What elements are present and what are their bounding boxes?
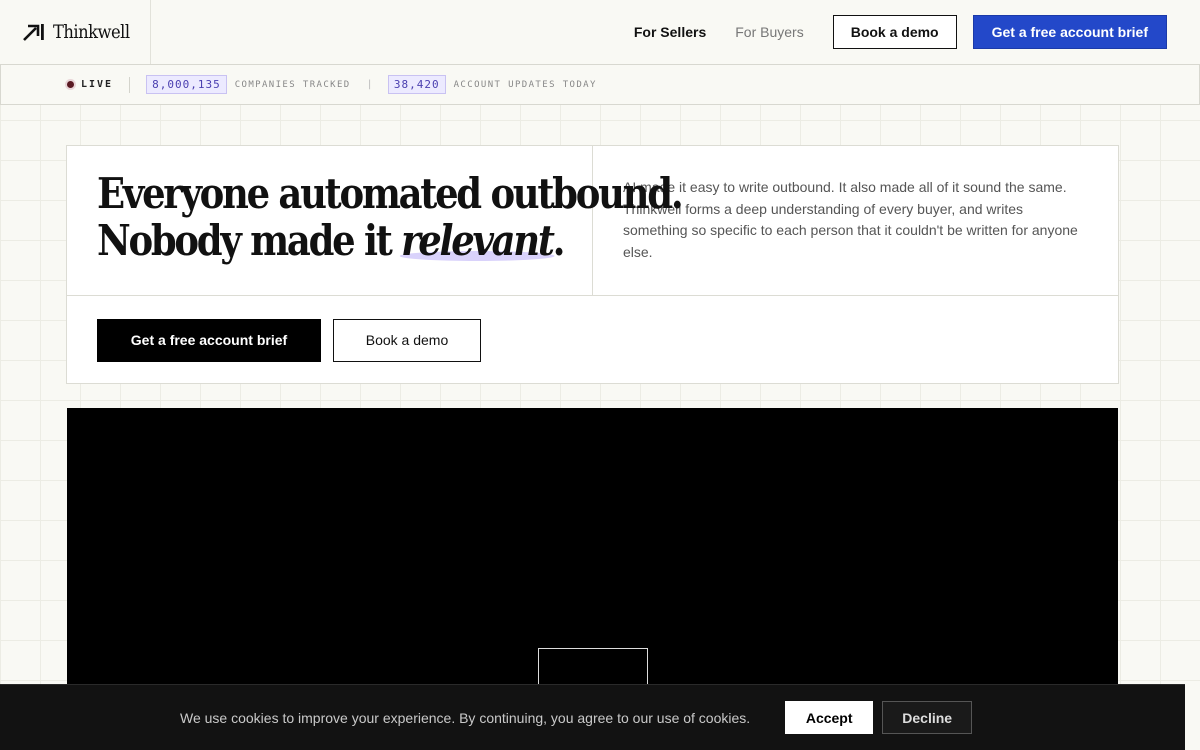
divider: | (366, 79, 374, 90)
scroll-gutter (1185, 684, 1200, 750)
live-label: LIVE (81, 79, 114, 90)
site-header: Thinkwell For Sellers For Buyers Book a … (0, 0, 1200, 64)
headline-line-2-prefix: Nobody made it (97, 216, 402, 265)
account-updates-count: 38,420 (387, 75, 446, 94)
hero-top: Everyone automated outbound. Nobody made… (67, 146, 1118, 296)
companies-tracked-label: COMPANIES TRACKED (234, 79, 351, 90)
nav-for-sellers[interactable]: For Sellers (634, 24, 706, 40)
hero-headline: Everyone automated outbound. Nobody made… (97, 170, 684, 265)
cookie-message: We use cookies to improve your experienc… (180, 709, 751, 726)
headline-line-1: Everyone automated outbound. (97, 169, 684, 218)
main-nav: For Sellers For Buyers Book a demo Get a… (634, 15, 1167, 49)
headline-line-2-suffix: . (552, 216, 566, 265)
divider (129, 76, 131, 93)
hero-card: Everyone automated outbound. Nobody made… (66, 145, 1119, 384)
live-ticker: LIVE 8,000,135 COMPANIES TRACKED | 38,42… (0, 64, 1200, 105)
cookie-accept-button[interactable]: Accept (785, 701, 874, 734)
headline-emphasis: relevant (401, 216, 555, 265)
hero-book-demo-button[interactable]: Book a demo (333, 318, 481, 362)
live-dot-icon (67, 81, 74, 88)
cookie-banner: We use cookies to improve your experienc… (0, 684, 1185, 750)
brand-name: Thinkwell (53, 21, 130, 43)
companies-tracked-count: 8,000,135 (146, 75, 227, 94)
hero-get-account-brief-button[interactable]: Get a free account brief (97, 318, 321, 362)
get-account-brief-button[interactable]: Get a free account brief (972, 15, 1167, 49)
hero-headline-panel: Everyone automated outbound. Nobody made… (67, 146, 684, 295)
book-demo-button[interactable]: Book a demo (832, 15, 957, 49)
cookie-decline-button[interactable]: Decline (882, 701, 973, 734)
hero-description: AI made it easy to write outbound. It al… (623, 179, 1078, 260)
account-updates-label: ACCOUNT UPDATES TODAY (453, 79, 597, 90)
arrow-up-right-icon (23, 24, 44, 41)
brand-logo[interactable]: Thinkwell (0, 0, 151, 64)
hero-cta-row: Get a free account brief Book a demo (67, 296, 1118, 384)
nav-for-buyers[interactable]: For Buyers (735, 24, 803, 40)
